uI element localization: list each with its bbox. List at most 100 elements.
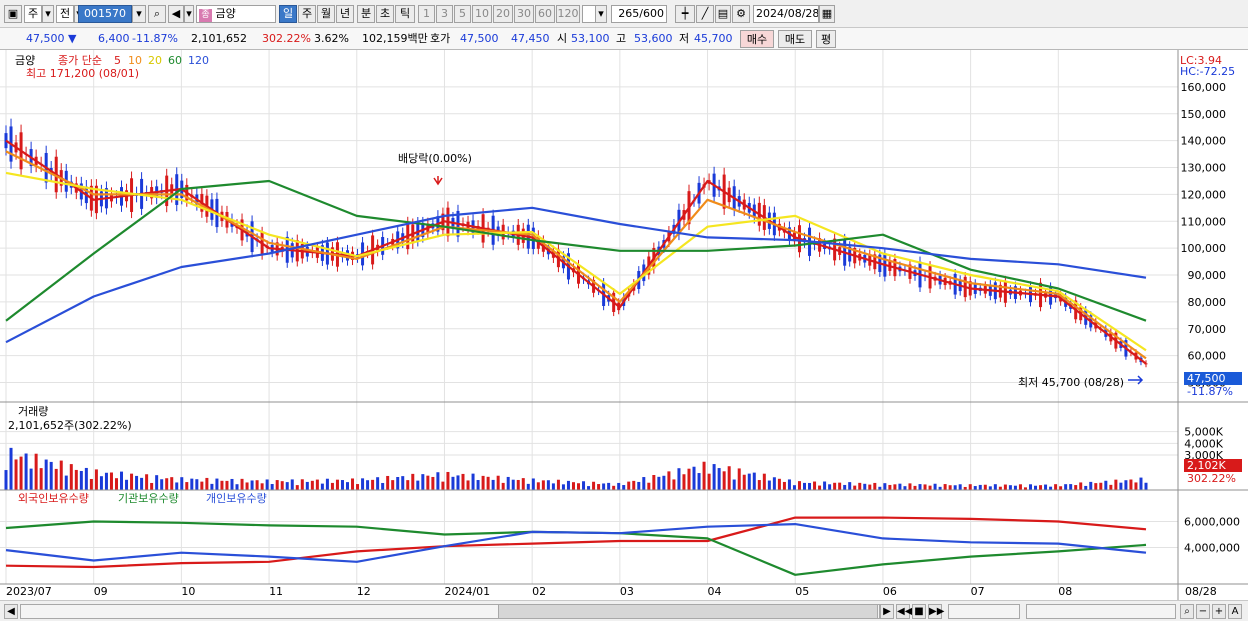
scroll-left-icon[interactable]: ◀ <box>4 604 18 619</box>
volume-bar <box>843 484 847 490</box>
period-year-button[interactable]: 년 <box>336 5 354 23</box>
period-month-button[interactable]: 월 <box>317 5 335 23</box>
last-volume-pct: 302.22% <box>1187 472 1236 485</box>
stock-name-label: 금양 <box>215 7 236 20</box>
scroll-right-icon[interactable]: ▶ <box>880 604 894 619</box>
x-tick-label: 03 <box>620 585 634 598</box>
volume-bar <box>421 474 425 490</box>
zoom-icon[interactable]: ⌕ <box>1180 604 1194 619</box>
rewind-icon[interactable]: ◀◀ <box>896 604 912 619</box>
volume-bar <box>903 486 907 490</box>
layout-icon[interactable]: ▣ <box>4 5 22 23</box>
market-dropdown-icon[interactable]: ▾ <box>42 5 54 23</box>
interval-20-button[interactable]: 20 <box>493 5 513 23</box>
sound-icon[interactable]: ◀ <box>168 5 184 23</box>
volume-bar <box>1013 485 1017 490</box>
prefix-select[interactable]: 전 <box>56 5 74 23</box>
volume-bar <box>792 485 796 490</box>
interval-1-button[interactable]: 1 <box>418 5 435 23</box>
volume-bar <box>135 475 139 490</box>
volume-bar <box>215 478 219 490</box>
volume-bar <box>742 474 746 490</box>
volume-bar <box>983 484 987 490</box>
period-minute-button[interactable]: 분 <box>357 5 375 23</box>
volume-bar <box>632 480 636 490</box>
quote-high: 53,600 <box>634 32 673 45</box>
x-tick-label: 05 <box>795 585 809 598</box>
low-label: 저 <box>679 32 690 45</box>
volume-bar <box>707 473 711 490</box>
open-label: 시 <box>557 32 568 45</box>
candle-type-icon[interactable]: ┿ <box>675 5 695 23</box>
stop-icon[interactable]: ■ <box>912 604 926 619</box>
interval-5-button[interactable]: 5 <box>454 5 471 23</box>
fast-forward-icon[interactable]: ▶▶ <box>928 604 944 619</box>
save-icon[interactable]: ▤ <box>715 5 731 23</box>
zoom-out-icon[interactable]: − <box>1196 604 1210 619</box>
stock-chart[interactable]: 2023/07 09 10 11 12 2024/01 02 03 04 05 06 07 08 08/2… <box>0 50 1248 600</box>
price-y-tick-label: 110,000 <box>1181 215 1227 228</box>
x-tick-label: 11 <box>269 585 283 598</box>
volume-bar <box>275 480 279 490</box>
interval-30-button[interactable]: 30 <box>514 5 534 23</box>
high-label: 고 <box>616 32 627 45</box>
scroll-thumb[interactable] <box>498 604 878 619</box>
period-week-button[interactable]: 주 <box>298 5 316 23</box>
volume-bar <box>1039 485 1043 490</box>
volume-bar <box>1144 482 1148 490</box>
holdings-legend-institution: 기관보유수량 <box>118 492 179 505</box>
volume-bar <box>496 475 500 490</box>
volume-bar <box>170 477 174 490</box>
bar-count-input[interactable]: 265/600 <box>611 5 667 23</box>
market-select[interactable]: 주 <box>24 5 42 23</box>
volume-bar <box>1114 479 1118 490</box>
period-tick-button[interactable]: 틱 <box>395 5 415 23</box>
volume-bar <box>732 479 736 490</box>
volume-bar <box>898 483 902 490</box>
eval-button[interactable]: 평 <box>816 30 836 48</box>
volume-bar <box>225 480 229 490</box>
price-y-tick-label: 90,000 <box>1188 269 1227 282</box>
hc-label: HC:-72.25 <box>1180 65 1235 78</box>
buy-button[interactable]: 매수 <box>740 30 774 48</box>
code-dropdown-icon[interactable]: ▾ <box>132 5 146 23</box>
volume-bar <box>130 473 134 490</box>
zoom-slider[interactable] <box>948 604 1020 619</box>
x-tick-label: 08 <box>1058 585 1072 598</box>
volume-bar <box>406 480 410 490</box>
volume-bar <box>235 484 239 490</box>
sell-button[interactable]: 매도 <box>778 30 812 48</box>
volume-bar <box>943 484 947 490</box>
x-tick-label: 2023/07 <box>6 585 52 598</box>
zoom-in-icon[interactable]: + <box>1212 604 1226 619</box>
search-icon[interactable]: ⌕ <box>148 5 166 23</box>
interval-60-button[interactable]: 60 <box>535 5 555 23</box>
x-tick-label: 07 <box>971 585 985 598</box>
volume-bar <box>446 471 450 490</box>
interval-10-button[interactable]: 10 <box>472 5 492 23</box>
volume-bar <box>672 479 676 490</box>
calendar-icon[interactable]: ▦ <box>819 5 835 23</box>
font-size-icon[interactable]: A <box>1228 604 1242 619</box>
volume-bar <box>893 484 897 490</box>
interval-120-button[interactable]: 120 <box>556 5 580 23</box>
period-day-button[interactable]: 일 <box>279 5 297 23</box>
interval-3-button[interactable]: 3 <box>436 5 453 23</box>
volume-bar <box>833 482 837 490</box>
date-input[interactable]: 2024/08/28 <box>753 5 819 23</box>
bid-label: 호가 <box>430 32 451 45</box>
settings-gear-icon[interactable]: ⚙ <box>732 5 750 23</box>
volume-bar <box>1059 486 1063 490</box>
volume-bar <box>240 478 244 490</box>
period-second-button[interactable]: 초 <box>376 5 394 23</box>
tool-tray[interactable] <box>1026 604 1176 619</box>
interval-dropdown-icon[interactable]: ▾ <box>595 5 607 23</box>
volume-bar <box>863 483 867 490</box>
volume-bar <box>1064 484 1068 490</box>
stock-code-input[interactable]: 001570 <box>78 5 132 23</box>
draw-tool-icon[interactable]: ╱ <box>696 5 714 23</box>
volume-bar <box>808 482 812 490</box>
ma-legend-5: 5 <box>114 54 121 67</box>
price-y-tick-label: 80,000 <box>1188 296 1227 309</box>
sound-dropdown-icon[interactable]: ▾ <box>184 5 194 23</box>
